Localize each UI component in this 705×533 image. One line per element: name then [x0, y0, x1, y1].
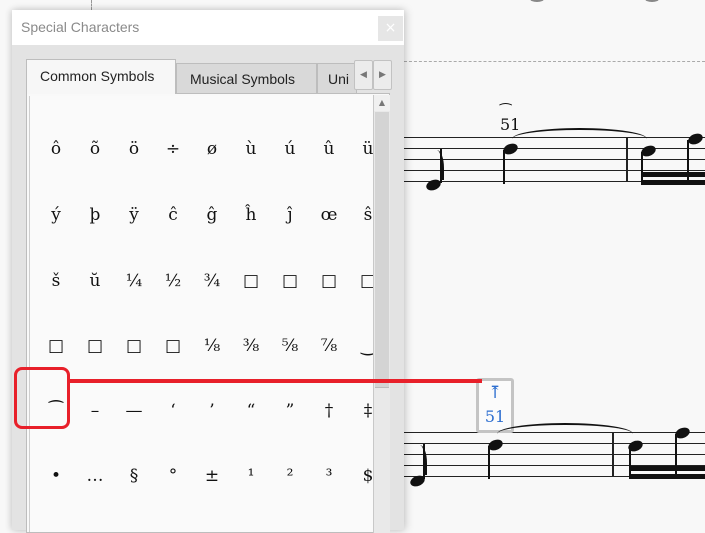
fingering-editing[interactable]: 51: [479, 407, 511, 426]
symbol-cell[interactable]: □: [232, 261, 270, 301]
symbol-cell[interactable]: ĉ: [154, 195, 192, 235]
tab-musical-symbols[interactable]: Musical Symbols: [176, 63, 317, 93]
partial-note: [645, 0, 659, 2]
symbol-cell[interactable]: ĝ: [193, 195, 231, 235]
symbol-cell[interactable]: ¹: [232, 456, 270, 496]
chevron-right-icon: ▶: [379, 70, 386, 80]
flag: [432, 150, 444, 180]
arc-glyph-editing: ⤒: [487, 383, 503, 403]
symbol-cell[interactable]: õ: [76, 129, 114, 169]
symbol-cell[interactable]: §: [115, 456, 153, 496]
symbol-cell[interactable]: □: [271, 261, 309, 301]
fingering-label[interactable]: 51: [500, 115, 520, 134]
symbol-cell[interactable]: û: [310, 129, 348, 169]
stem: [488, 446, 490, 479]
tab-scroll-left-button[interactable]: ◀: [354, 60, 373, 90]
symbol-cell[interactable]: ĵ: [271, 195, 309, 235]
symbol-cell[interactable]: ¼: [115, 261, 153, 301]
beam: [629, 466, 705, 471]
system-separator: [404, 61, 705, 62]
symbol-cell[interactable]: °: [154, 456, 192, 496]
tab-label: Musical Symbols: [190, 71, 296, 87]
symbol-cell[interactable]: …: [76, 456, 114, 496]
symbol-cell[interactable]: □: [37, 326, 75, 366]
close-button[interactable]: ×: [378, 16, 403, 41]
symbol-cell[interactable]: ⅞: [310, 326, 348, 366]
note[interactable]: [686, 131, 705, 147]
symbol-cell[interactable]: “: [232, 391, 270, 431]
symbol-cell[interactable]: þ: [76, 195, 114, 235]
symbol-grid: ô õ ö ÷ ø ù ú û ü ý þ ÿ ĉ ĝ ĥ ĵ œ ŝ š ŭ ¼ ½ ¾ □ □ □ □ □ □ □ □ ⅛ ⅜ ⅝ ⅞ ‿ ⁀ – — ‘…: [29, 96, 376, 532]
partial-note: [530, 0, 544, 2]
flag: [415, 445, 427, 475]
symbol-cell[interactable]: ÷: [154, 129, 192, 169]
arrow-up-icon: ▲: [378, 98, 386, 107]
beam: [629, 474, 705, 479]
symbol-cell[interactable]: ù: [232, 129, 270, 169]
tab-label: Uni: [328, 71, 350, 87]
symbols-panel: ô õ ö ÷ ø ù ú û ü ý þ ÿ ĉ ĝ ĥ ĵ œ ŝ š ŭ ¼ ½ ¾ □ □ □ □ □ □ □ □ ⅛ ⅜ ⅝ ⅞ ‿ ⁀ – — ‘…: [26, 93, 390, 533]
chevron-left-icon: ◀: [360, 70, 367, 80]
scrollbar-thumb[interactable]: [375, 112, 389, 388]
symbol-cell[interactable]: □: [115, 326, 153, 366]
symbol-cell[interactable]: œ: [310, 195, 348, 235]
symbol-cell[interactable]: ø: [193, 129, 231, 169]
vertical-scrollbar[interactable]: ▲: [373, 95, 390, 533]
beam: [641, 172, 705, 177]
special-characters-dialog: Special Characters × Common Symbols Musi…: [12, 10, 404, 533]
tab-common-symbols[interactable]: Common Symbols: [26, 59, 176, 94]
dialog-titlebar[interactable]: Special Characters ×: [12, 10, 404, 45]
symbol-cell[interactable]: □: [76, 326, 114, 366]
symbol-cell[interactable]: ÿ: [115, 195, 153, 235]
symbol-cell[interactable]: ⅜: [232, 326, 270, 366]
tab-scroll-right-button[interactable]: ▶: [373, 60, 392, 90]
barline: [612, 432, 614, 477]
symbol-cell[interactable]: ý: [37, 195, 75, 235]
stem: [503, 150, 505, 184]
tab-unicode-symbols[interactable]: Uni: [317, 63, 357, 93]
symbol-cell[interactable]: ö: [115, 129, 153, 169]
symbol-cell[interactable]: ±: [193, 456, 231, 496]
symbol-cell[interactable]: ”: [271, 391, 309, 431]
symbol-cell[interactable]: •: [37, 456, 75, 496]
dialog-title: Special Characters: [21, 19, 140, 35]
page-margin-marker: [91, 0, 92, 10]
symbol-cell[interactable]: ’: [193, 391, 231, 431]
symbol-cell[interactable]: š: [37, 261, 75, 301]
symbol-cell[interactable]: □: [154, 326, 192, 366]
barline: [626, 137, 628, 182]
tab-label: Common Symbols: [40, 68, 155, 84]
symbol-cell[interactable]: †: [310, 391, 348, 431]
symbol-cell[interactable]: ĥ: [232, 195, 270, 235]
symbol-cell[interactable]: –: [76, 391, 114, 431]
symbol-cell[interactable]: —: [115, 391, 153, 431]
stem: [675, 434, 677, 478]
symbol-cell[interactable]: ⅛: [193, 326, 231, 366]
scroll-up-button[interactable]: ▲: [374, 95, 390, 111]
symbol-cell[interactable]: ‘: [154, 391, 192, 431]
symbol-cell[interactable]: ³: [310, 456, 348, 496]
symbol-cell[interactable]: □: [310, 261, 348, 301]
fingering-edit-box[interactable]: ⤒ 51: [476, 378, 514, 433]
symbol-cell[interactable]: ²: [271, 456, 309, 496]
symbol-cell[interactable]: ½: [154, 261, 192, 301]
symbol-cell[interactable]: ¾: [193, 261, 231, 301]
symbol-cell[interactable]: ŭ: [76, 261, 114, 301]
highlight-box: [14, 367, 70, 429]
close-icon: ×: [384, 20, 397, 36]
symbol-cell[interactable]: ô: [37, 129, 75, 169]
symbol-cell[interactable]: ⅝: [271, 326, 309, 366]
beam: [641, 180, 705, 185]
symbol-cell[interactable]: ú: [271, 129, 309, 169]
annotation-connector: [70, 379, 482, 383]
